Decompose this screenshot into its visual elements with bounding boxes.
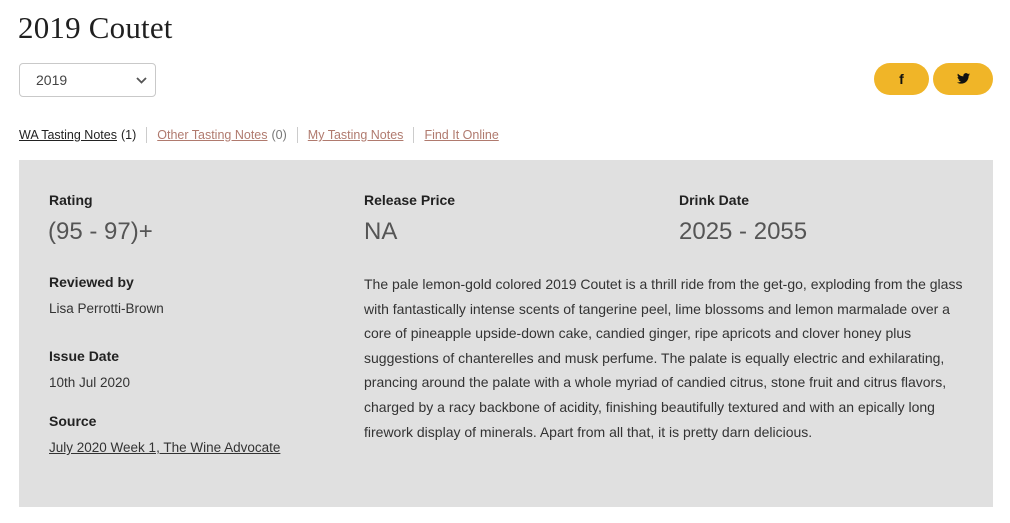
tasting-notes-tabs: WA Tasting Notes (1) Other Tasting Notes(… [19, 127, 509, 143]
twitter-icon [956, 71, 970, 87]
tab-other-tasting-notes[interactable]: Other Tasting Notes (0) [146, 127, 297, 143]
chevron-down-icon [127, 73, 155, 87]
tab-my-tasting-notes[interactable]: My Tasting Notes [296, 127, 414, 143]
tab-label: WA Tasting Notes [19, 128, 117, 142]
drink-date-label: Drink Date [679, 192, 750, 208]
reviewer-name: Lisa Perrotti-Brown [49, 301, 164, 316]
review-panel: Rating (95 - 97)+ Release Price NA Drink… [19, 160, 993, 507]
rating-value: (95 - 97)+ [48, 218, 153, 245]
release-price-value: NA [364, 218, 398, 245]
issue-date-value: 10th Jul 2020 [49, 375, 131, 390]
vintage-select-value: 2019 [36, 72, 68, 88]
page-title: 2019 Coutet [18, 10, 173, 45]
issue-date-label: Issue Date [49, 348, 120, 364]
twitter-share-button[interactable] [933, 63, 993, 95]
tab-count: (1) [120, 128, 137, 142]
facebook-share-button[interactable]: f [874, 63, 929, 95]
reviewed-by-label: Reviewed by [49, 274, 134, 290]
release-price-label: Release Price [364, 192, 456, 208]
drink-date-value: 2025 - 2055 [679, 218, 808, 245]
tasting-note: The pale lemon-gold colored 2019 Coutet … [364, 276, 963, 440]
vintage-select[interactable]: 2019 [19, 63, 156, 97]
tab-wa-tasting-notes[interactable]: WA Tasting Notes (1) [19, 127, 146, 143]
tab-label: Find It Online [424, 128, 499, 142]
facebook-icon: f [899, 71, 904, 87]
tab-label: My Tasting Notes [307, 128, 404, 142]
tab-find-it-online[interactable]: Find It Online [413, 127, 508, 143]
source-label: Source [49, 413, 97, 429]
tab-label: Other Tasting Notes [157, 128, 268, 142]
tab-count: (0) [271, 128, 287, 142]
rating-label: Rating [49, 192, 93, 208]
source-link[interactable]: July 2020 Week 1, The Wine Advocate [49, 440, 280, 455]
